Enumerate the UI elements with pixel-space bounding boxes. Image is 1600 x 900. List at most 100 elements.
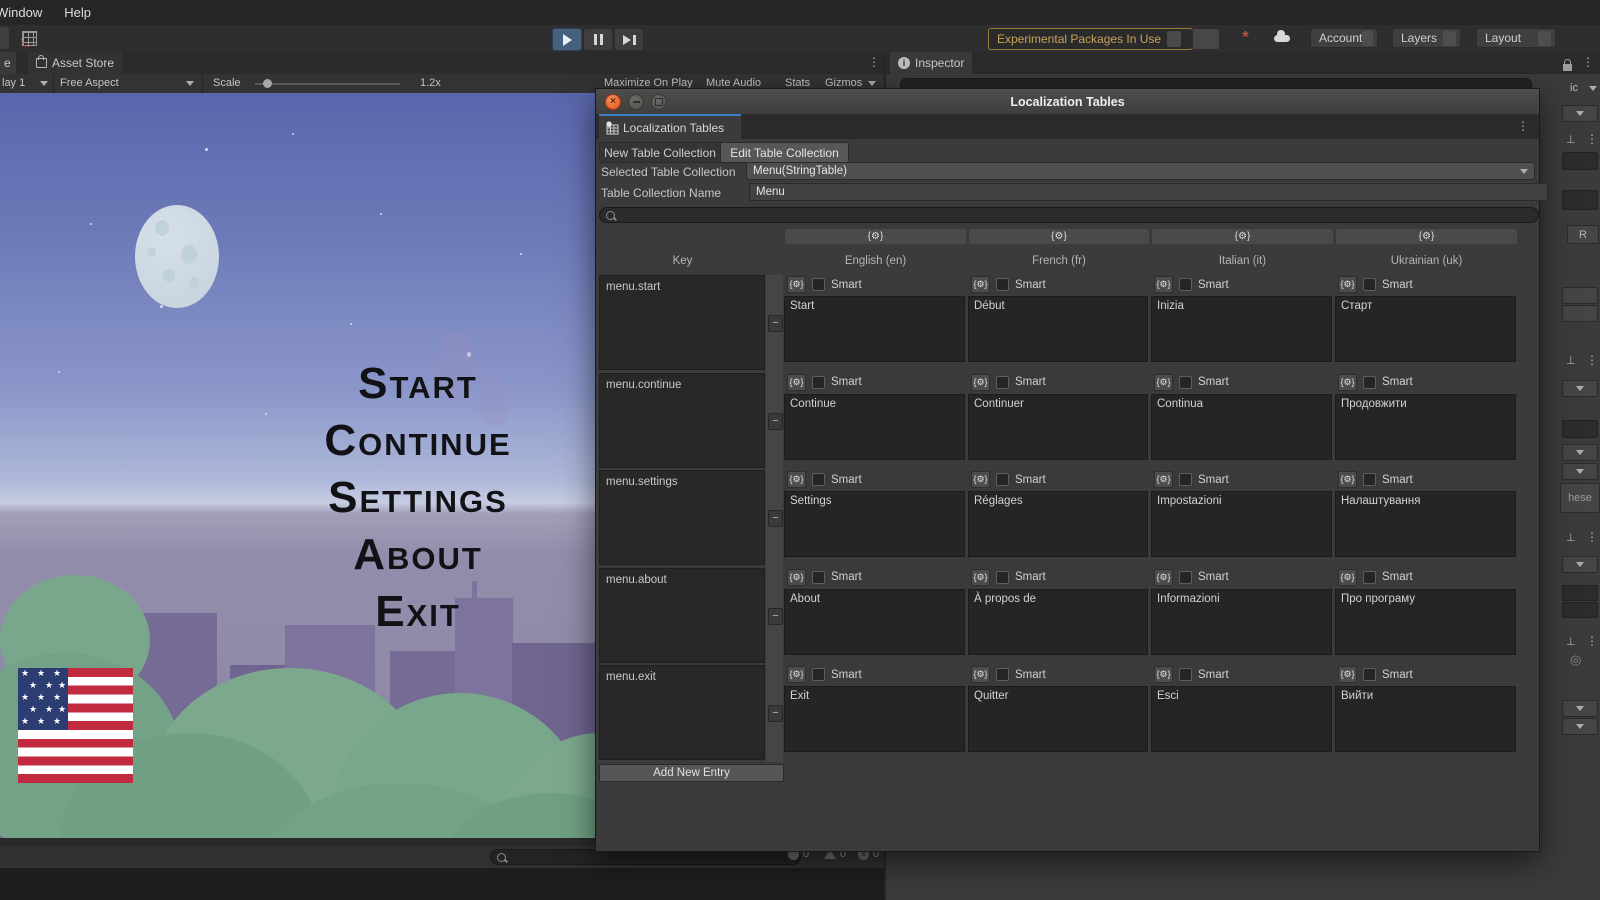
translation-field[interactable]: Quitter — [968, 686, 1148, 752]
metadata-button[interactable]: {⚙} — [787, 569, 806, 586]
game-menu-continue[interactable]: Continue — [233, 412, 603, 469]
smart-checkbox[interactable] — [812, 278, 825, 291]
rail-field[interactable] — [1562, 287, 1598, 304]
rail-dropdown[interactable] — [1562, 463, 1598, 480]
metadata-button[interactable]: {⚙} — [1338, 374, 1357, 391]
translation-field[interactable]: Exit — [784, 686, 965, 752]
game-menu-about[interactable]: About — [233, 526, 603, 583]
metadata-button[interactable]: {⚙} — [971, 374, 990, 391]
key-cell[interactable]: menu.settings — [599, 470, 765, 565]
rail-dropdown[interactable] — [1562, 556, 1598, 573]
translation-field[interactable]: Informazioni — [1151, 589, 1332, 655]
translation-field[interactable]: Start — [784, 296, 965, 362]
metadata-button[interactable]: {⚙} — [971, 666, 990, 683]
smart-checkbox[interactable] — [996, 668, 1009, 681]
translation-field[interactable]: Про програму — [1335, 589, 1516, 655]
rail-kebab-icon[interactable]: ⋮ — [1586, 530, 1598, 544]
aspect-dropdown[interactable]: Free Aspect — [60, 77, 119, 89]
preset-icon[interactable]: ⊥ — [1566, 531, 1576, 544]
add-new-entry-button[interactable]: Add New Entry — [599, 764, 784, 782]
smart-checkbox[interactable] — [1363, 473, 1376, 486]
key-cell[interactable]: menu.continue — [599, 373, 765, 468]
rail-dropdown[interactable] — [1562, 444, 1598, 461]
translation-field[interactable]: Continua — [1151, 394, 1332, 460]
remove-entry-button[interactable]: − — [768, 608, 783, 625]
smart-checkbox[interactable] — [1179, 668, 1192, 681]
translation-field[interactable]: Impostazioni — [1151, 491, 1332, 557]
grid-snap-button[interactable] — [14, 27, 44, 49]
metadata-button[interactable]: {⚙} — [787, 276, 806, 293]
game-pane-menu-icon[interactable]: ⋮ — [868, 55, 880, 69]
rail-field[interactable] — [1562, 305, 1598, 322]
display-dropdown[interactable]: lay 1 — [2, 77, 25, 89]
target-icon[interactable]: ◎ — [1570, 652, 1581, 668]
menu-window[interactable]: Window — [0, 5, 46, 20]
rail-field[interactable] — [1562, 420, 1598, 438]
smart-checkbox[interactable] — [812, 473, 825, 486]
tab-game-partial[interactable]: e — [0, 52, 16, 74]
smart-checkbox[interactable] — [1363, 668, 1376, 681]
key-cell[interactable]: menu.about — [599, 568, 765, 663]
smart-checkbox[interactable] — [996, 376, 1009, 389]
preset-icon[interactable]: ⊥ — [1566, 635, 1576, 648]
tab-asset-store[interactable]: Asset Store — [28, 52, 122, 74]
cloud-button[interactable] — [1267, 28, 1296, 48]
warning-dropdown[interactable] — [1167, 31, 1181, 47]
metadata-button[interactable]: {⚙} — [1154, 374, 1173, 391]
translation-field[interactable]: Esci — [1151, 686, 1332, 752]
metadata-button[interactable]: {⚙} — [1154, 666, 1173, 683]
translation-field[interactable]: Début — [968, 296, 1148, 362]
static-dropdown-partial[interactable]: ic — [1570, 82, 1578, 94]
experimental-packages-warning[interactable]: Experimental Packages In Use — [988, 28, 1193, 50]
key-cell[interactable]: menu.exit — [599, 665, 765, 760]
partial-tool-button[interactable] — [0, 27, 9, 49]
translation-field[interactable]: Settings — [784, 491, 965, 557]
play-button[interactable] — [552, 28, 582, 51]
preset-icon[interactable]: ⊥ — [1566, 133, 1576, 146]
metadata-button[interactable]: {⚙} — [971, 569, 990, 586]
metadata-button[interactable]: {⚙} — [787, 374, 806, 391]
metadata-button[interactable]: {⚙} — [1338, 471, 1357, 488]
smart-checkbox[interactable] — [996, 473, 1009, 486]
metadata-button[interactable]: {⚙} — [1338, 666, 1357, 683]
smart-checkbox[interactable] — [996, 278, 1009, 291]
translation-field[interactable]: Продовжити — [1335, 394, 1516, 460]
inspector-lock-icon[interactable] — [1563, 64, 1572, 71]
translation-field[interactable]: À propos de — [968, 589, 1148, 655]
layers-dropdown[interactable]: Layers — [1392, 28, 1461, 48]
metadata-button[interactable]: {⚙} — [787, 471, 806, 488]
smart-checkbox[interactable] — [1363, 376, 1376, 389]
smart-checkbox[interactable] — [812, 668, 825, 681]
rail-field[interactable] — [1562, 152, 1598, 170]
remove-entry-button[interactable]: − — [768, 510, 783, 527]
step-button[interactable] — [614, 28, 644, 51]
inspector-menu-icon[interactable]: ⋮ — [1582, 55, 1594, 69]
translation-field[interactable]: Réglages — [968, 491, 1148, 557]
metadata-button[interactable]: {⚙} — [971, 276, 990, 293]
layout-dropdown[interactable]: Layout — [1476, 28, 1556, 48]
game-menu-exit[interactable]: Exit — [233, 583, 603, 640]
translation-field[interactable]: Continue — [784, 394, 965, 460]
translation-field[interactable]: Вийти — [1335, 686, 1516, 752]
rail-dropdown[interactable] — [1562, 105, 1598, 122]
scale-slider[interactable] — [255, 83, 400, 85]
smart-checkbox[interactable] — [812, 376, 825, 389]
translation-field[interactable]: Налаштування — [1335, 491, 1516, 557]
rail-kebab-icon[interactable]: ⋮ — [1586, 634, 1598, 648]
partial-text-button[interactable]: hese — [1560, 483, 1600, 513]
translation-field[interactable]: Continuer — [968, 394, 1148, 460]
rail-dropdown[interactable] — [1562, 700, 1598, 717]
menu-help[interactable]: Help — [64, 5, 91, 20]
metadata-button[interactable]: {⚙} — [1154, 276, 1173, 293]
tab-inspector[interactable]: i Inspector — [890, 52, 972, 74]
smart-checkbox[interactable] — [1179, 278, 1192, 291]
smart-checkbox[interactable] — [812, 571, 825, 584]
collab-button[interactable]: * — [1232, 28, 1259, 48]
rail-kebab-icon[interactable]: ⋮ — [1586, 353, 1598, 367]
metadata-button[interactable]: {⚙} — [1154, 471, 1173, 488]
metadata-button[interactable]: {⚙} — [1154, 569, 1173, 586]
metadata-button[interactable]: {⚙} — [971, 471, 990, 488]
scale-slider-knob[interactable] — [263, 79, 272, 88]
remove-entry-button[interactable]: − — [768, 705, 783, 722]
smart-checkbox[interactable] — [1179, 473, 1192, 486]
